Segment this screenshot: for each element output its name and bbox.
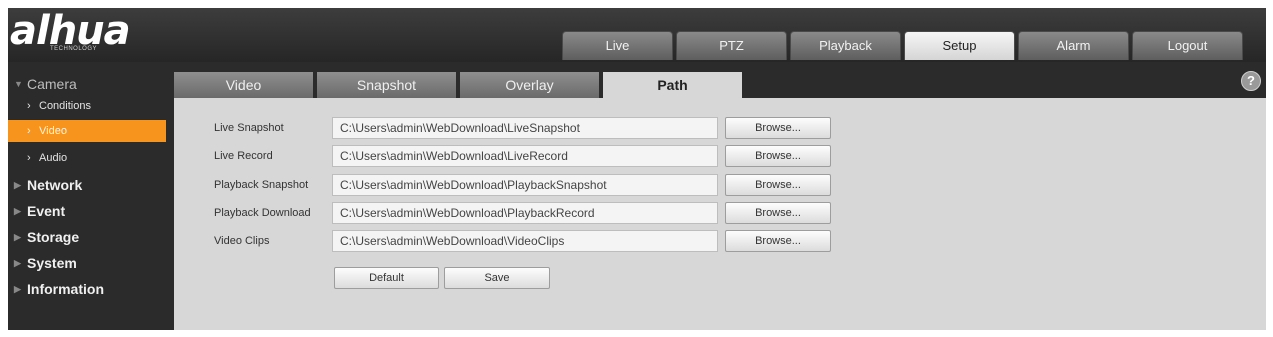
path-label: Live Record (214, 150, 273, 162)
sidebar-item-label: System (27, 255, 77, 271)
chevron-right-icon: › (27, 100, 31, 112)
path-field[interactable]: C:\Users\admin\WebDownload\PlaybackSnaps… (332, 174, 718, 196)
sidebar-item-camera[interactable]: ▼ Camera (8, 72, 168, 96)
sidebar-subitem-conditions[interactable]: › Conditions (8, 95, 166, 117)
help-icon[interactable]: ? (1241, 71, 1261, 91)
tab-path[interactable]: Path (603, 72, 742, 98)
app-window: alhua TECHNOLOGY Live PTZ Playback Setup… (8, 8, 1266, 330)
sidebar-subitem-label: Conditions (39, 100, 91, 112)
nav-tab-alarm[interactable]: Alarm (1018, 31, 1129, 60)
tab-overlay[interactable]: Overlay (460, 72, 599, 98)
path-label: Playback Snapshot (214, 179, 309, 191)
tab-video[interactable]: Video (174, 72, 313, 98)
content-area: Video Snapshot Overlay Path ? Live Snaps… (174, 65, 1266, 330)
path-settings-panel: Live Snapshot C:\Users\admin\WebDownload… (174, 98, 1266, 330)
path-row-playback-download: Playback Download C:\Users\admin\WebDown… (174, 202, 874, 224)
nav-tab-logout[interactable]: Logout (1132, 31, 1243, 60)
path-field[interactable]: C:\Users\admin\WebDownload\VideoClips (332, 230, 718, 252)
nav-tab-setup[interactable]: Setup (904, 31, 1015, 60)
sidebar-item-label: Storage (27, 229, 80, 245)
sidebar-subitem-label: Audio (39, 152, 68, 164)
save-button[interactable]: Save (444, 267, 550, 289)
path-field[interactable]: C:\Users\admin\WebDownload\PlaybackRecor… (332, 202, 718, 224)
path-label: Live Snapshot (214, 122, 284, 134)
browse-button[interactable]: Browse... (725, 230, 831, 252)
sidebar-item-label: Network (27, 177, 83, 193)
collapsed-triangle-icon: ▶ (14, 232, 21, 242)
collapsed-triangle-icon: ▶ (14, 258, 21, 268)
header: alhua TECHNOLOGY Live PTZ Playback Setup… (8, 8, 1266, 62)
expanded-triangle-icon: ▼ (14, 79, 23, 89)
path-label: Video Clips (214, 235, 270, 247)
sidebar-item-storage[interactable]: ▶ Storage (8, 225, 168, 249)
sidebar-item-label: Camera (27, 76, 77, 92)
path-label: Playback Download (214, 207, 311, 219)
sub-tabs: Video Snapshot Overlay Path (174, 72, 742, 98)
browse-button[interactable]: Browse... (725, 174, 831, 196)
path-row-playback-snapshot: Playback Snapshot C:\Users\admin\WebDown… (174, 174, 874, 196)
tab-snapshot[interactable]: Snapshot (317, 72, 456, 98)
sidebar-item-information[interactable]: ▶ Information (8, 277, 168, 301)
sidebar: ▼ Camera › Conditions › Video › Audio ▶ … (8, 62, 168, 330)
collapsed-triangle-icon: ▶ (14, 284, 21, 294)
collapsed-triangle-icon: ▶ (14, 180, 21, 190)
sidebar-item-network[interactable]: ▶ Network (8, 173, 168, 197)
browse-button[interactable]: Browse... (725, 202, 831, 224)
nav-tab-live[interactable]: Live (562, 31, 673, 60)
sidebar-item-label: Information (27, 281, 104, 297)
chevron-right-icon: › (27, 152, 31, 164)
chevron-right-icon: › (27, 125, 31, 137)
sidebar-item-event[interactable]: ▶ Event (8, 199, 168, 223)
browse-button[interactable]: Browse... (725, 145, 831, 167)
path-row-live-record: Live Record C:\Users\admin\WebDownload\L… (174, 145, 874, 167)
sidebar-subitem-video[interactable]: › Video (8, 120, 166, 142)
sidebar-item-system[interactable]: ▶ System (8, 251, 168, 275)
path-row-live-snapshot: Live Snapshot C:\Users\admin\WebDownload… (174, 117, 874, 139)
sidebar-subitem-label: Video (39, 125, 67, 137)
sidebar-subitem-audio[interactable]: › Audio (8, 147, 166, 169)
sidebar-item-label: Event (27, 203, 66, 219)
nav-tab-playback[interactable]: Playback (790, 31, 901, 60)
browse-button[interactable]: Browse... (725, 117, 831, 139)
path-field[interactable]: C:\Users\admin\WebDownload\LiveRecord (332, 145, 718, 167)
default-button[interactable]: Default (334, 267, 439, 289)
path-field[interactable]: C:\Users\admin\WebDownload\LiveSnapshot (332, 117, 718, 139)
top-nav: Live PTZ Playback Setup Alarm Logout (562, 31, 1243, 60)
path-row-video-clips: Video Clips C:\Users\admin\WebDownload\V… (174, 230, 874, 252)
collapsed-triangle-icon: ▶ (14, 206, 21, 216)
nav-tab-ptz[interactable]: PTZ (676, 31, 787, 60)
logo-subtitle: TECHNOLOGY (50, 46, 98, 52)
dahua-logo: alhua TECHNOLOGY (10, 9, 170, 57)
